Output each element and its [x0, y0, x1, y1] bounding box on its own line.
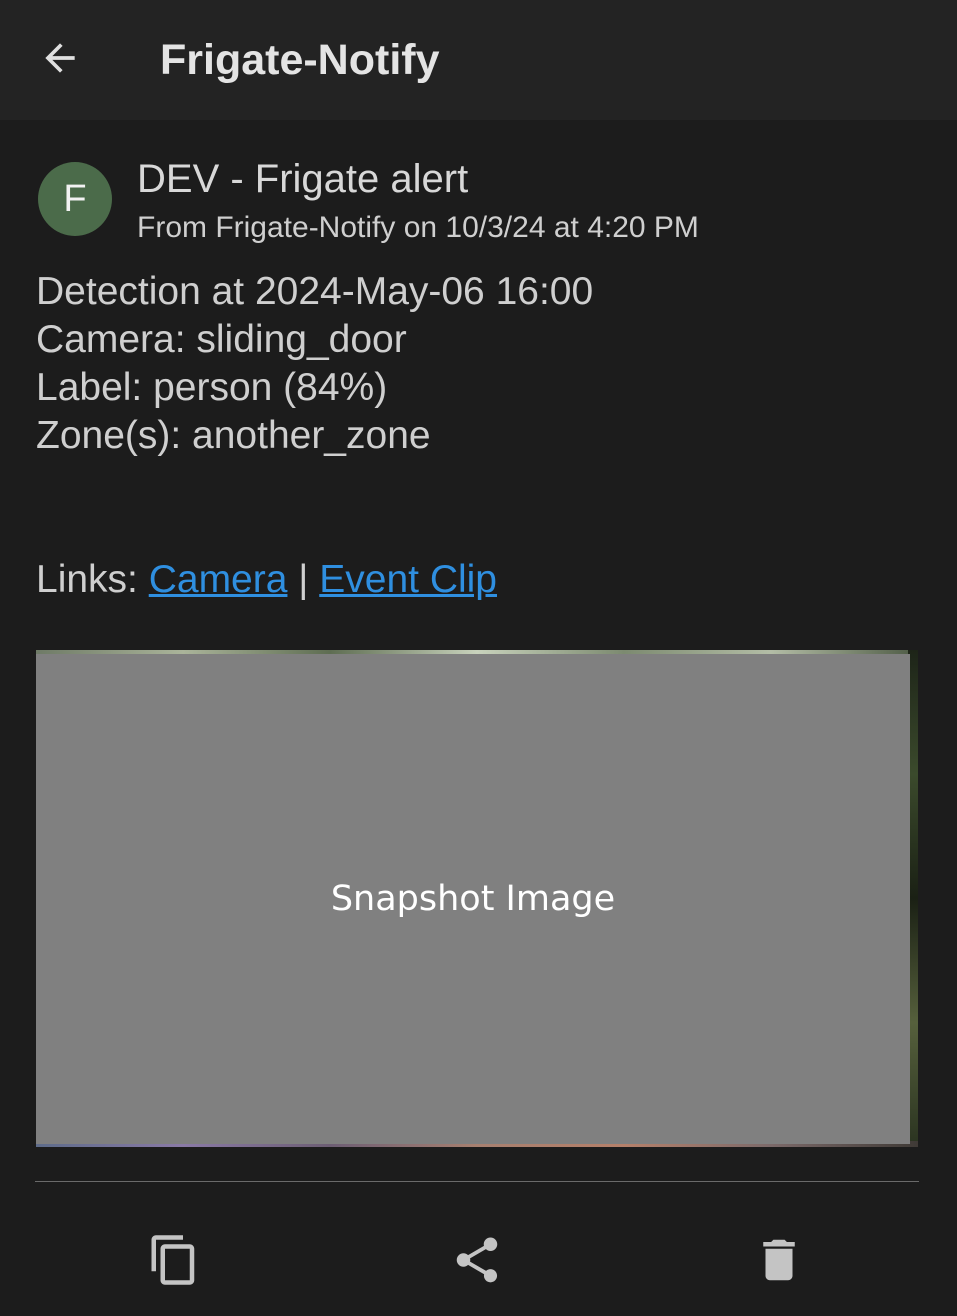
- trash-icon: [763, 1239, 795, 1281]
- links-line: Links: Camera | Event Clip: [36, 556, 497, 604]
- app-bar: Frigate-Notify: [0, 0, 957, 120]
- copy-button[interactable]: [142, 1228, 206, 1292]
- notification-meta: From Frigate-Notify on 10/3/24 at 4:20 P…: [137, 211, 699, 244]
- body-line-zones: Zone(s): another_zone: [36, 414, 431, 457]
- body-line-detection: Detection at 2024-May-06 16:00: [36, 270, 594, 313]
- event-clip-link[interactable]: Event Clip: [319, 558, 497, 601]
- share-button[interactable]: [445, 1228, 509, 1292]
- notification-body: Detection at 2024-May-06 16:00 Camera: s…: [36, 268, 593, 460]
- copy-icon: [151, 1235, 195, 1285]
- body-line-label: Label: person (84%): [36, 366, 388, 409]
- avatar: F: [38, 162, 112, 236]
- snapshot-image[interactable]: Snapshot Image: [36, 650, 918, 1147]
- notification-title: DEV - Frigate alert: [137, 157, 469, 201]
- avatar-letter: F: [63, 177, 87, 220]
- links-prefix: Links:: [36, 558, 149, 601]
- arrow-left-icon: [45, 43, 75, 73]
- camera-link[interactable]: Camera: [149, 558, 288, 601]
- app-title: Frigate-Notify: [160, 36, 440, 84]
- back-button[interactable]: [28, 26, 92, 90]
- links-separator: |: [287, 558, 320, 601]
- share-icon: [456, 1237, 498, 1283]
- delete-button[interactable]: [747, 1228, 811, 1292]
- divider: [35, 1181, 919, 1182]
- body-line-camera: Camera: sliding_door: [36, 318, 407, 361]
- snapshot-label: Snapshot Image: [330, 879, 616, 919]
- snapshot-placeholder: Snapshot Image: [36, 654, 910, 1144]
